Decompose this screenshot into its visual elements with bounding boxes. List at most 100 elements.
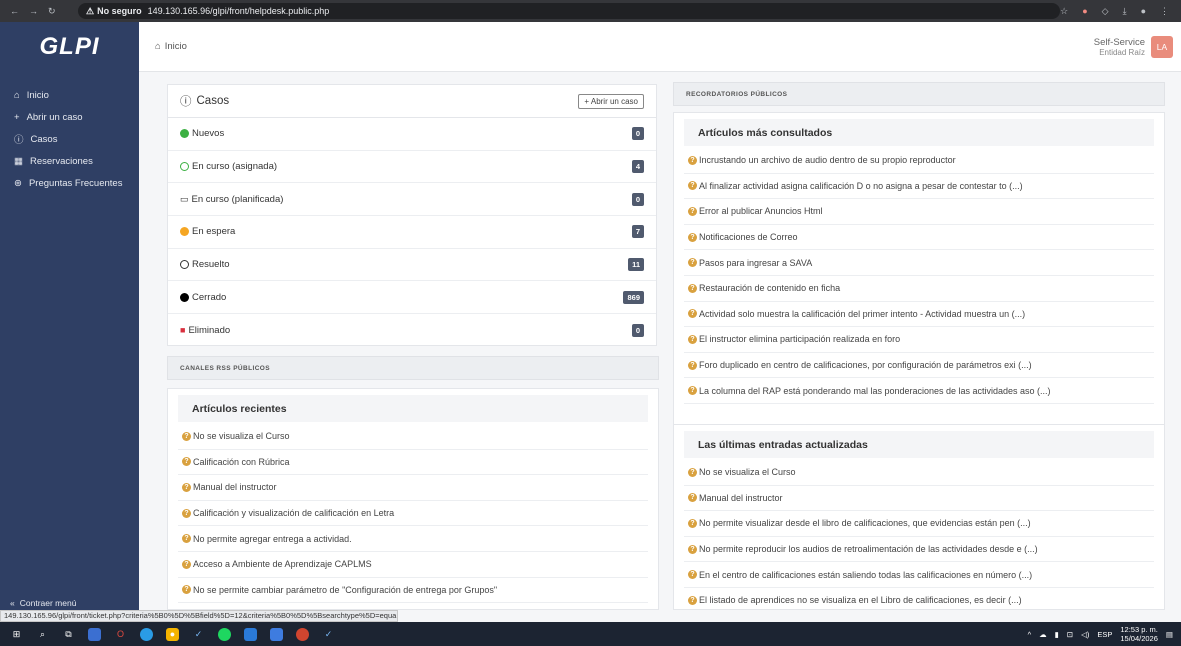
task-view-icon[interactable]: ⧉ — [62, 628, 75, 641]
article-link[interactable]: No se visualiza el Curso — [193, 431, 290, 441]
article-link[interactable]: Pasos para ingresar a SAVA — [699, 258, 812, 268]
list-item[interactable]: ? Foro duplicado en centro de calificacio… — [684, 353, 1154, 379]
sidebar-item-abrir-caso[interactable]: + Abrir un caso — [0, 106, 139, 128]
list-item[interactable]: ? Manual del instructor — [684, 486, 1154, 512]
list-item[interactable]: ? Notificaciones de Correo — [684, 225, 1154, 251]
article-link[interactable]: Acceso a Ambiente de Aprendizaje CAPLMS — [193, 559, 372, 569]
list-item[interactable]: ? Acceso a Ambiente de Aprendizaje CAPLMS — [178, 552, 648, 578]
chrome-icon[interactable]: ● — [166, 627, 179, 641]
windows-start-icon[interactable]: ⊞ — [10, 628, 23, 641]
status-row-en-curso-planificada[interactable]: ▭ En curso (planificada) 0 — [168, 183, 656, 217]
file-explorer-icon[interactable] — [88, 627, 101, 641]
extensions-puzzle-icon[interactable]: ◇ — [1102, 6, 1109, 17]
status-label: Nuevos — [192, 128, 225, 140]
volume-icon[interactable]: ◁) — [1081, 630, 1089, 639]
article-link[interactable]: En el centro de calificaciones están sal… — [699, 570, 1032, 580]
url-text[interactable]: 149.130.165.96/glpi/front/helpdesk.publi… — [148, 6, 330, 16]
article-link[interactable]: Manual del instructor — [193, 482, 277, 492]
spotify-icon[interactable] — [218, 627, 231, 641]
list-item[interactable]: ? No se visualiza el Curso — [178, 424, 648, 450]
article-link[interactable]: Actividad solo muestra la calificación d… — [699, 309, 1025, 319]
chrome-profile-icon[interactable] — [296, 627, 309, 641]
search-icon[interactable]: ⌕ — [36, 628, 49, 641]
article-link[interactable]: No permite reproducir los audios de retr… — [699, 544, 1038, 554]
status-row-nuevos[interactable]: Nuevos 0 — [168, 118, 656, 151]
list-item[interactable]: ? El listado de aprendices no se visualiz… — [684, 588, 1154, 609]
collapse-menu-button[interactable]: « Contraer menú — [10, 598, 76, 608]
app-icon[interactable] — [270, 627, 283, 641]
list-item[interactable]: ? Incrustando un archivo de audio dentro … — [684, 148, 1154, 174]
extension-icon[interactable]: ● — [1082, 6, 1087, 17]
browser-menu-icon[interactable]: ⋮ — [1160, 6, 1169, 17]
battery-icon[interactable]: ▮ — [1055, 630, 1059, 639]
list-item[interactable]: ? No se visualiza el Curso — [684, 460, 1154, 486]
list-item[interactable]: ? Calificación con Rúbrica — [178, 450, 648, 476]
article-link[interactable]: Al finalizar actividad asigna calificaci… — [699, 181, 1023, 191]
list-item[interactable]: ? Restauración de contenido en ficha — [684, 276, 1154, 302]
vscode-icon[interactable]: ✓ — [192, 628, 205, 641]
opera-icon[interactable]: O — [114, 628, 127, 641]
article-link[interactable]: La columna del RAP está ponderando mal l… — [699, 386, 1051, 396]
list-item[interactable]: ? Calificación y visualización de calific… — [178, 501, 648, 527]
list-item[interactable]: ? La columna del RAP está ponderando mal… — [684, 378, 1154, 404]
status-row-resuelto[interactable]: Resuelto 11 — [168, 249, 656, 282]
profile-icon[interactable]: ● — [1141, 6, 1146, 17]
edge-icon[interactable] — [140, 627, 153, 641]
notifications-icon[interactable]: ▤ — [1166, 630, 1173, 639]
article-link[interactable]: Manual del instructor — [699, 493, 783, 503]
list-item[interactable]: ? No permite agregar entrega a actividad. — [178, 526, 648, 552]
status-row-cerrado[interactable]: Cerrado 869 — [168, 281, 656, 315]
article-link[interactable]: Error al publicar Anuncios Html — [699, 206, 823, 216]
list-item[interactable]: ? Error al publicar Anuncios Html — [684, 199, 1154, 225]
list-item[interactable]: ? El instructor elimina participación rea… — [684, 327, 1154, 353]
address-bar[interactable]: ⚠ No seguro 149.130.165.96/glpi/front/he… — [78, 3, 1061, 19]
sidebar-item-reservaciones[interactable]: ▦ Reservaciones — [0, 150, 139, 172]
article-link[interactable]: Foro duplicado en centro de calificacion… — [699, 360, 1032, 370]
article-link[interactable]: Incrustando un archivo de audio dentro d… — [699, 155, 956, 165]
article-link[interactable]: No se permite cambiar parámetro de "Conf… — [193, 585, 497, 595]
article-link[interactable]: Calificación con Rúbrica — [193, 457, 290, 467]
article-link[interactable]: Restauración de contenido en ficha — [699, 283, 840, 293]
status-row-en-curso-asignada[interactable]: En curso (asignada) 4 — [168, 151, 656, 184]
glpi-logo[interactable]: GLPI — [0, 22, 139, 72]
list-item[interactable]: ? En el centro de calificaciones están sa… — [684, 562, 1154, 588]
list-item[interactable]: ? Actividad solo muestra la calificación … — [684, 302, 1154, 328]
list-item[interactable]: ? No se permite cambiar parámetro de "Con… — [178, 578, 648, 604]
alert-circle-icon: ⓘ — [14, 135, 24, 146]
language-indicator[interactable]: ESP — [1097, 630, 1112, 639]
status-row-en-espera[interactable]: En espera 7 — [168, 216, 656, 249]
chevron-up-icon[interactable]: ^ — [1028, 630, 1032, 639]
reload-icon[interactable]: ↻ — [48, 6, 56, 17]
list-item[interactable]: ? No permite reproducir los audios de ret… — [684, 537, 1154, 563]
list-item[interactable]: ? Al finalizar actividad asigna calificac… — [684, 174, 1154, 200]
sidebar-item-casos[interactable]: ⓘ Casos — [0, 128, 139, 150]
status-row-eliminado[interactable]: ■ Eliminado 0 — [168, 314, 656, 347]
open-case-button[interactable]: + Abrir un caso — [578, 93, 644, 109]
network-icon[interactable]: ⊡ — [1067, 630, 1073, 639]
article-link[interactable]: No permite agregar entrega a actividad. — [193, 534, 352, 544]
clock[interactable]: 12:53 p. m. 15/04/2026 — [1120, 625, 1158, 643]
article-link[interactable]: El instructor elimina participación real… — [699, 334, 900, 344]
breadcrumb-home[interactable]: Inicio — [165, 41, 187, 52]
list-item[interactable]: ? Manual del instructor — [178, 475, 648, 501]
photos-icon[interactable] — [244, 627, 257, 641]
article-link[interactable]: Notificaciones de Correo — [699, 232, 798, 242]
back-icon[interactable]: ← — [10, 6, 19, 17]
insecure-indicator[interactable]: ⚠ No seguro — [86, 6, 142, 17]
article-link[interactable]: No se visualiza el Curso — [699, 467, 796, 477]
forward-icon[interactable]: → — [29, 6, 38, 17]
article-link[interactable]: No permite visualizar desde el libro de … — [699, 518, 1031, 528]
user-profile[interactable]: Self-Service Entidad Raíz LA — [1094, 35, 1173, 58]
bookmark-star-icon[interactable]: ☆ — [1060, 6, 1068, 17]
list-item[interactable]: ? No permite visualizar desde el libro de… — [684, 511, 1154, 537]
sidebar-item-inicio[interactable]: ⌂ Inicio — [0, 84, 139, 106]
article-link[interactable]: El listado de aprendices no se visualiza… — [699, 595, 1022, 605]
avatar[interactable]: LA — [1151, 35, 1173, 58]
list-item[interactable]: ? Pasos para ingresar a SAVA — [684, 250, 1154, 276]
vscode-secondary-icon[interactable]: ✓ — [322, 628, 335, 641]
warning-icon: ⚠ — [86, 5, 95, 16]
cloud-icon[interactable]: ☁ — [1039, 630, 1047, 639]
sidebar-item-preguntas[interactable]: ⊛ Preguntas Frecuentes — [0, 172, 139, 194]
download-icon[interactable]: ⤓ — [1123, 6, 1127, 17]
article-link[interactable]: Calificación y visualización de califica… — [193, 508, 394, 518]
